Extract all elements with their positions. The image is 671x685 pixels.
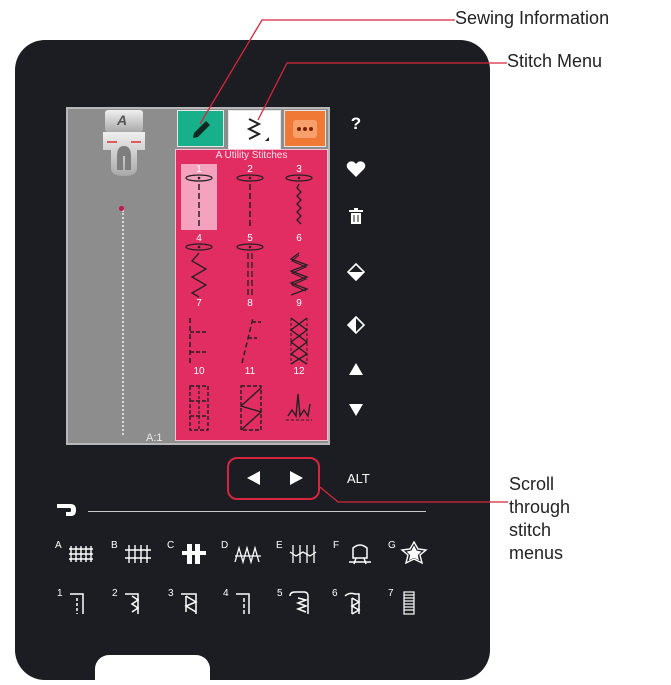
callout-lines xyxy=(199,19,508,503)
